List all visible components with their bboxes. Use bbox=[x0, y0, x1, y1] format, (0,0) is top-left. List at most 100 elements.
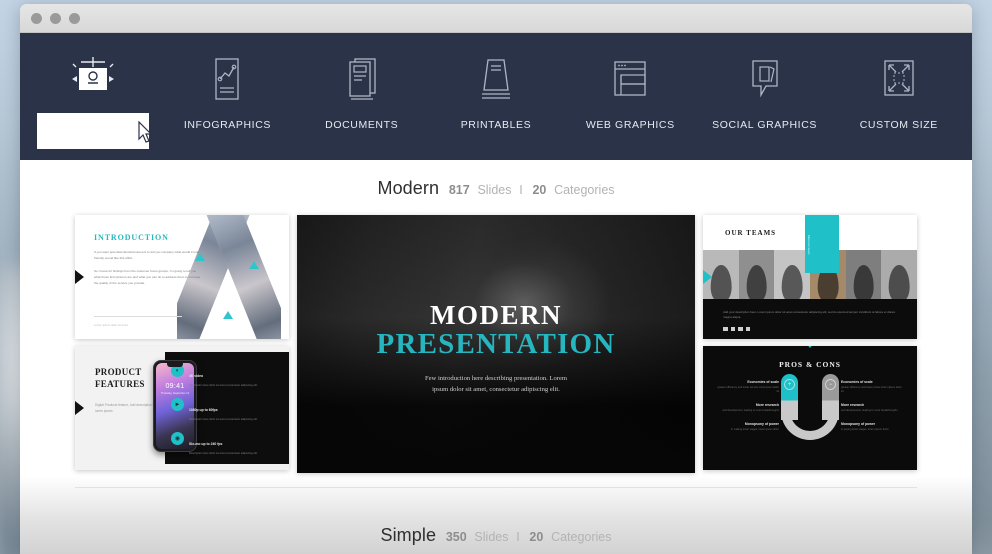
feature-desc: Description here dolor sit amet consecte… bbox=[189, 452, 258, 455]
pros-column-right: Economies of scale greater efficiency an… bbox=[841, 380, 903, 441]
camera-icon: ◉ bbox=[171, 432, 184, 445]
nav-item-documents[interactable]: DOCUMENTS bbox=[295, 33, 429, 131]
linkedin-icon[interactable] bbox=[738, 326, 743, 331]
play-arrow-icon[interactable] bbox=[703, 270, 712, 284]
teams-heading: OUR TEAMS bbox=[725, 229, 777, 237]
play-arrow-icon[interactable] bbox=[75, 401, 84, 415]
template-grid: INTRODUCTION If you want potential clien… bbox=[20, 201, 972, 473]
infographic-chart-icon bbox=[207, 49, 247, 111]
cons-item-desc: greater efficiency and lower prices lore… bbox=[841, 385, 902, 393]
magnet-graphic: + − bbox=[781, 374, 839, 440]
phone-time: 09:41 bbox=[165, 383, 185, 390]
speech-bubble-cards-icon bbox=[742, 49, 788, 111]
hero-subtitle-line-1: Few introduction here describing present… bbox=[424, 375, 568, 382]
intro-body-2: So I know for findings from the customer… bbox=[94, 269, 201, 285]
pros-item-desc: and development, leading to more breakth… bbox=[722, 408, 779, 412]
play-arrow-icon[interactable] bbox=[75, 270, 84, 284]
close-window-button[interactable] bbox=[31, 12, 42, 24]
nav-item-social-graphics[interactable]: SOCIAL GRAPHICS bbox=[697, 33, 831, 131]
slide-thumbnail-product-features[interactable]: PRODUCT FEATURES Digital Products featur… bbox=[75, 346, 289, 470]
nav-label-infographics: INFOGRAPHICS bbox=[183, 119, 271, 131]
hero-title-block: MODERN PRESENTATION bbox=[297, 301, 695, 360]
section-category-count: 20 bbox=[529, 530, 544, 544]
teal-triangle-3 bbox=[223, 311, 233, 319]
nav-label-custom-size: CUSTOM SIZE bbox=[859, 119, 938, 131]
plus-icon: + bbox=[784, 379, 795, 390]
slide-thumbnail-our-teams[interactable]: OUR TEAMS Meet our team Add your descrip… bbox=[703, 215, 917, 339]
mouse-cursor-icon bbox=[138, 120, 154, 150]
pros-teal-marker bbox=[804, 346, 816, 348]
teams-teal-caption: Meet our team bbox=[807, 235, 811, 255]
nav-item-printables[interactable]: PRINTABLES bbox=[429, 33, 563, 131]
section-category-label: Categories bbox=[551, 530, 612, 544]
feature-title: 4K video bbox=[189, 374, 204, 378]
section-category-count: 20 bbox=[532, 183, 547, 197]
minimize-window-button[interactable] bbox=[50, 12, 61, 24]
section-name: Modern bbox=[377, 178, 440, 198]
nav-item-custom-size[interactable]: CUSTOM SIZE bbox=[832, 33, 966, 131]
nav-label-documents: DOCUMENTS bbox=[325, 119, 399, 131]
teams-social-row bbox=[723, 326, 750, 331]
pros-item-title: Economies of scale bbox=[747, 380, 779, 384]
pros-heading: PROS & CONS bbox=[779, 360, 841, 369]
phone-notch bbox=[167, 363, 183, 367]
documents-stack-icon bbox=[342, 49, 382, 111]
section-slide-count: 817 bbox=[448, 183, 470, 197]
feature-desc: Description here dolor sit amet consecte… bbox=[189, 418, 258, 421]
teams-body: Add your description here. Lorem ipsum d… bbox=[723, 309, 896, 320]
slide-thumbnail-pros-cons[interactable]: PROS & CONS + − Economies of scale great… bbox=[703, 346, 917, 470]
intro-divider bbox=[94, 316, 182, 317]
section-slide-label: Slides bbox=[477, 183, 512, 197]
facebook-icon[interactable] bbox=[723, 326, 728, 331]
pros-column-left: Economies of scale greater efficiency an… bbox=[717, 380, 779, 441]
cons-item-title: More research bbox=[841, 403, 865, 408]
grid-column-center: MODERN PRESENTATION Few introduction her… bbox=[297, 215, 695, 473]
pros-item-desc: in making lower wages, lower ipsum dolor bbox=[730, 427, 779, 431]
template-gallery: Modern 817 Slides I 20 Categories INTROD… bbox=[20, 160, 972, 554]
twitter-icon[interactable] bbox=[730, 326, 735, 331]
cons-item-desc: in paying lower wages, lorem ipsum dolor bbox=[841, 427, 889, 431]
cons-item: More research and development, leading t… bbox=[841, 403, 903, 413]
nav-label-social-graphics: SOCIAL GRAPHICS bbox=[712, 119, 817, 131]
intro-body-1: If you want potential clients/customers … bbox=[94, 250, 200, 260]
cons-item-title: Monopsony of power bbox=[841, 422, 876, 427]
magnet-arc bbox=[781, 404, 839, 440]
section-divider bbox=[75, 487, 917, 488]
cons-item-title: Economies of scale bbox=[841, 380, 873, 384]
minus-icon: − bbox=[825, 379, 836, 390]
resize-arrows-icon bbox=[876, 49, 922, 111]
pros-item: Monopsony of power in making lower wages… bbox=[717, 422, 779, 432]
instagram-icon[interactable] bbox=[745, 326, 750, 331]
hero-subtitle-line-2: ipsum dolor sit amet, consectetur adipis… bbox=[432, 386, 560, 394]
nav-item-web-graphics[interactable]: WEB GRAPHICS bbox=[563, 33, 697, 131]
browser-window-icon bbox=[607, 49, 653, 111]
teal-triangle-2 bbox=[249, 261, 259, 269]
pros-item-title: Monopsony of power bbox=[744, 422, 779, 427]
pros-item: More research and development, leading t… bbox=[717, 403, 779, 413]
slide-thumbnail-introduction[interactable]: INTRODUCTION If you want potential clien… bbox=[75, 215, 289, 339]
section-separator: I bbox=[516, 530, 520, 544]
printable-pages-icon bbox=[473, 49, 519, 111]
section-category-label: Categories bbox=[554, 183, 615, 197]
pros-item: Economies of scale greater efficiency an… bbox=[717, 380, 779, 394]
nav-item-presentations[interactable]: PRESENTATIONS bbox=[26, 33, 160, 149]
feature-title: Slo-mo up to 240 fps bbox=[189, 442, 223, 446]
window-titlebar bbox=[20, 4, 972, 33]
feature-title: 1080p up to 60fps bbox=[189, 408, 218, 412]
feature-row-3: ◉ Slo-mo up to 240 fps Description here … bbox=[171, 432, 283, 457]
section-separator: I bbox=[519, 183, 523, 197]
section-header-modern: Modern 817 Slides I 20 Categories bbox=[20, 160, 972, 201]
video-icon: ► bbox=[171, 398, 184, 411]
pros-item-title: More research bbox=[755, 403, 779, 408]
intro-signature: Lorem ipsum dolor sit amet bbox=[94, 323, 128, 327]
team-portrait bbox=[881, 250, 917, 302]
feature-row-2: ► 1080p up to 60fps Description here dol… bbox=[171, 398, 283, 423]
presentation-screen-icon bbox=[64, 49, 122, 111]
team-portrait bbox=[738, 250, 775, 302]
cons-item: Monopsony of power in paying lower wages… bbox=[841, 422, 903, 432]
nav-item-infographics[interactable]: INFOGRAPHICS bbox=[160, 33, 294, 131]
pros-item-desc: greater efficiency and lower service cos… bbox=[717, 385, 779, 393]
category-navbar: PRESENTATIONS INFOGRAPHICS bbox=[20, 33, 972, 160]
maximize-window-button[interactable] bbox=[69, 12, 80, 24]
slide-thumbnail-modern-presentation[interactable]: MODERN PRESENTATION Few introduction her… bbox=[297, 215, 695, 473]
